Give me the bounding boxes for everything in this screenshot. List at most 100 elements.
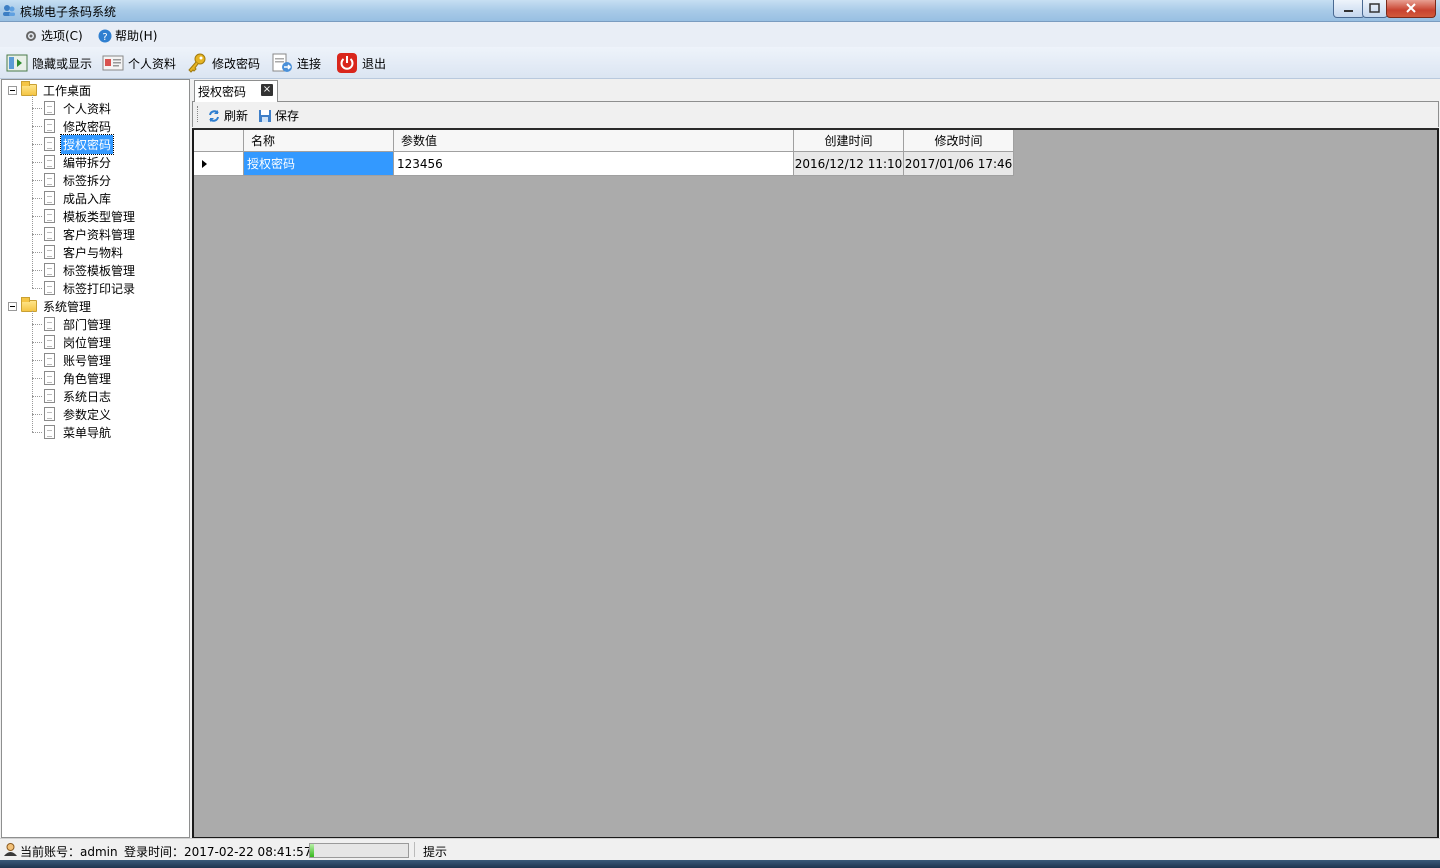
tree-connector [32, 270, 42, 271]
table-cell-value[interactable]: 123456 [394, 152, 794, 176]
column-header-value[interactable]: 参数值 [394, 130, 794, 152]
folder-icon [21, 297, 37, 312]
grid-toolbar: 刷新 保存 [192, 102, 1439, 127]
tree-item-label: 岗位管理 [63, 335, 112, 350]
status-bar: 当前账号：admin 登录时间：2017-02-22 08:41:57 提示 [0, 838, 1440, 861]
column-header-created[interactable]: 创建时间 [794, 130, 904, 152]
tree-connector [32, 198, 42, 199]
row-selector[interactable] [194, 152, 244, 176]
tree-item[interactable]: 修改密码 [44, 117, 113, 135]
tree-item-label: 客户与物料 [63, 245, 124, 260]
menu-bar: 选项(C) ? 帮助(H) [0, 22, 1440, 47]
tree-item[interactable]: 模板类型管理 [44, 207, 137, 225]
tab-strip: 授权密码 × [192, 79, 1439, 102]
profile-label: 个人资料 [128, 56, 177, 71]
tab-close-icon[interactable]: × [261, 84, 273, 96]
menu-options-label: 选项(C) [41, 29, 83, 43]
status-login-time: 登录时间：2017-02-22 08:41:57 [124, 845, 312, 859]
tree-connector [32, 95, 33, 288]
tree-item[interactable]: 授权密码 [44, 133, 115, 155]
tree-item-label: 菜单导航 [63, 425, 112, 440]
menu-options[interactable]: 选项(C) [24, 27, 83, 44]
row-header-corner [194, 130, 244, 152]
connect-button[interactable]: 连接 [271, 53, 321, 73]
document-icon [44, 281, 55, 295]
main-toolbar: 隐藏或显示 个人资料 修改密码 连接 退出 [0, 47, 1440, 79]
tree-item[interactable]: 菜单导航 [44, 423, 113, 441]
folder-icon [21, 81, 37, 96]
tree-item-label: 标签拆分 [63, 173, 112, 188]
tree-item[interactable]: 参数定义 [44, 405, 113, 423]
document-icon [44, 155, 55, 169]
collapse-icon[interactable] [8, 85, 17, 95]
tree-item[interactable]: 成品入库 [44, 189, 113, 207]
document-icon [44, 353, 55, 367]
table-cell-created[interactable]: 2016/12/12 11:10 [794, 152, 904, 176]
status-divider [414, 842, 415, 857]
refresh-button[interactable]: 刷新 [207, 107, 248, 124]
connect-icon [272, 53, 292, 72]
change-password-button[interactable]: 修改密码 [186, 53, 260, 73]
toggle-panel-icon [6, 54, 28, 72]
tree-item[interactable]: 账号管理 [44, 351, 113, 369]
table-cell-modified[interactable]: 2017/01/06 17:46 [904, 152, 1014, 176]
menu-help[interactable]: ? 帮助(H) [98, 27, 157, 44]
id-card-icon [102, 55, 124, 71]
close-window-button[interactable] [1386, 0, 1436, 18]
tree-connector [32, 342, 42, 343]
app-users-icon [3, 5, 15, 16]
tree-item[interactable]: 编带拆分 [44, 153, 113, 171]
document-icon [44, 389, 55, 403]
status-account: 当前账号：admin [20, 845, 118, 859]
tree-connector [32, 396, 42, 397]
title-bar: 槟城电子条码系统 [0, 0, 1440, 22]
tree-connector [32, 311, 33, 432]
toggle-panel-button[interactable]: 隐藏或显示 [6, 53, 92, 73]
tree-item[interactable]: 部门管理 [44, 315, 113, 333]
column-header-modified[interactable]: 修改时间 [904, 130, 1014, 152]
tree-item[interactable]: 岗位管理 [44, 333, 113, 351]
menu-help-label: 帮助(H) [115, 29, 158, 43]
collapse-icon[interactable] [8, 301, 17, 311]
table-cell-name[interactable]: 授权密码 [244, 152, 394, 176]
progress-fill [310, 844, 314, 857]
tree-connector [32, 432, 42, 433]
tree-item[interactable]: 标签模板管理 [44, 261, 137, 279]
tree-item[interactable]: 客户资料管理 [44, 225, 137, 243]
tree-group-label: 工作桌面 [43, 83, 92, 98]
profile-button[interactable]: 个人资料 [102, 53, 176, 73]
tree-group[interactable]: 工作桌面 [8, 81, 93, 99]
save-button[interactable]: 保存 [258, 107, 299, 124]
tree-connector [32, 252, 42, 253]
tree-item-label: 账号管理 [63, 353, 112, 368]
document-icon [44, 191, 55, 205]
tree-connector [32, 180, 42, 181]
document-icon [44, 209, 55, 223]
tree-item[interactable]: 系统日志 [44, 387, 113, 405]
column-header-name[interactable]: 名称 [244, 130, 394, 152]
change-password-label: 修改密码 [212, 56, 261, 71]
data-grid: 名称 参数值 创建时间 修改时间 授权密码 123456 2016/12/12 … [192, 128, 1439, 839]
minimize-icon [1344, 10, 1353, 12]
tree-item-label: 标签模板管理 [63, 263, 136, 278]
help-icon: ? [98, 29, 112, 43]
tree-item[interactable]: 标签打印记录 [44, 279, 137, 297]
document-icon [44, 245, 55, 259]
tree-item-label: 成品入库 [63, 191, 112, 206]
tree-item[interactable]: 角色管理 [44, 369, 113, 387]
tree-item[interactable]: 标签拆分 [44, 171, 113, 189]
restore-button[interactable] [1362, 0, 1388, 18]
connect-label: 连接 [297, 56, 322, 71]
document-icon [44, 371, 55, 385]
navigation-tree: 工作桌面 个人资料修改密码 授权密码 编带拆分标签拆分成品入库 模板类型管理 客户资料管理… [1, 79, 190, 838]
tree-item[interactable]: 个人资料 [44, 99, 113, 117]
exit-button[interactable]: 退出 [336, 53, 386, 73]
tab-auth-password[interactable]: 授权密码 × [194, 80, 278, 102]
minimize-button[interactable] [1333, 0, 1365, 18]
tree-connector [32, 360, 42, 361]
tree-item-label: 修改密码 [63, 119, 112, 134]
document-icon [44, 173, 55, 187]
tree-item[interactable]: 客户与物料 [44, 243, 125, 261]
tree-group[interactable]: 系统管理 [8, 297, 93, 315]
document-icon [44, 317, 55, 331]
